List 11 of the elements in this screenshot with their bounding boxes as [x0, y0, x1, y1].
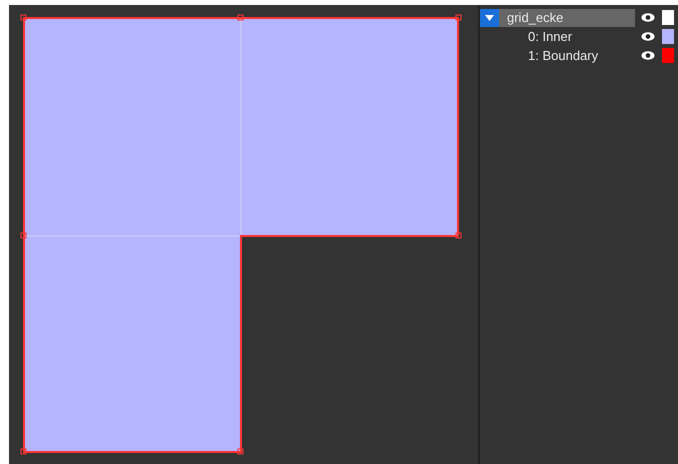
eye-icon[interactable] — [641, 13, 655, 22]
color-swatch[interactable] — [662, 48, 674, 63]
layer-item[interactable]: grid_ecke — [499, 8, 635, 26]
eye-icon[interactable] — [641, 51, 655, 60]
layer-item[interactable]: 1: Boundary — [499, 46, 635, 64]
eye-icon[interactable] — [641, 32, 655, 41]
color-swatch[interactable] — [662, 29, 674, 44]
color-swatch[interactable] — [662, 10, 674, 25]
expand-toggle[interactable] — [480, 8, 499, 26]
caret-down-icon — [485, 14, 494, 20]
layer-item[interactable]: 0: Inner — [499, 28, 635, 46]
